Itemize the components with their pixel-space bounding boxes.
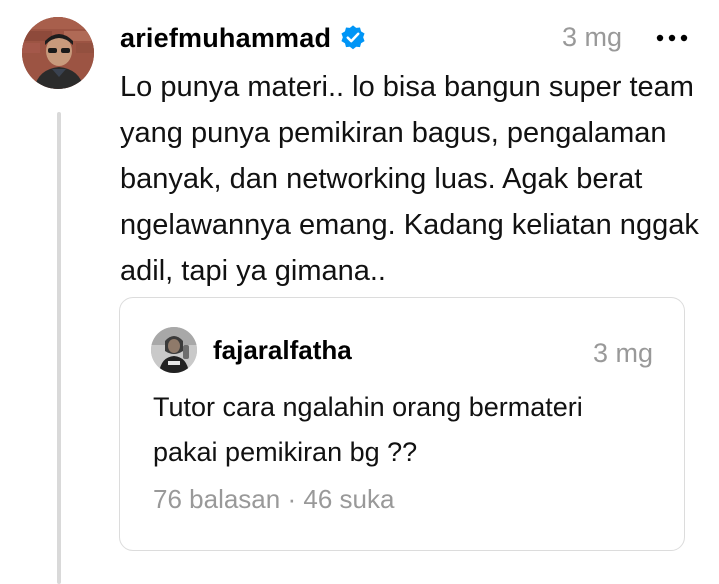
more-icon[interactable] <box>655 18 689 69</box>
likes-count[interactable]: 46 suka <box>303 484 394 514</box>
thread-line <box>57 112 61 584</box>
quoted-avatar[interactable] <box>151 327 197 373</box>
stats-separator: · <box>287 484 297 514</box>
quoted-text: Tutor cara ngalahin orang bermateri paka… <box>153 392 583 467</box>
post-header: ariefmuhammad <box>120 18 367 58</box>
post-text: Lo punya materi.. lo bisa bangun super t… <box>120 71 699 287</box>
quoted-timestamp: 3 mg <box>592 338 653 368</box>
avatar-photo <box>22 17 94 89</box>
quoted-username[interactable]: fajaralfatha <box>213 335 352 366</box>
avatar[interactable] <box>22 17 94 89</box>
post-timestamp: 3 mg <box>561 22 622 52</box>
replies-count[interactable]: 76 balasan <box>153 484 280 514</box>
quoted-post-card[interactable]: fajaralfatha 3 mg Tutor cara ngalahin or… <box>119 297 685 551</box>
quoted-avatar-photo <box>151 327 197 373</box>
username[interactable]: ariefmuhammad <box>120 23 331 54</box>
verified-badge-icon <box>341 25 365 50</box>
quoted-stats: 76 balasan · 46 suka <box>153 484 394 515</box>
